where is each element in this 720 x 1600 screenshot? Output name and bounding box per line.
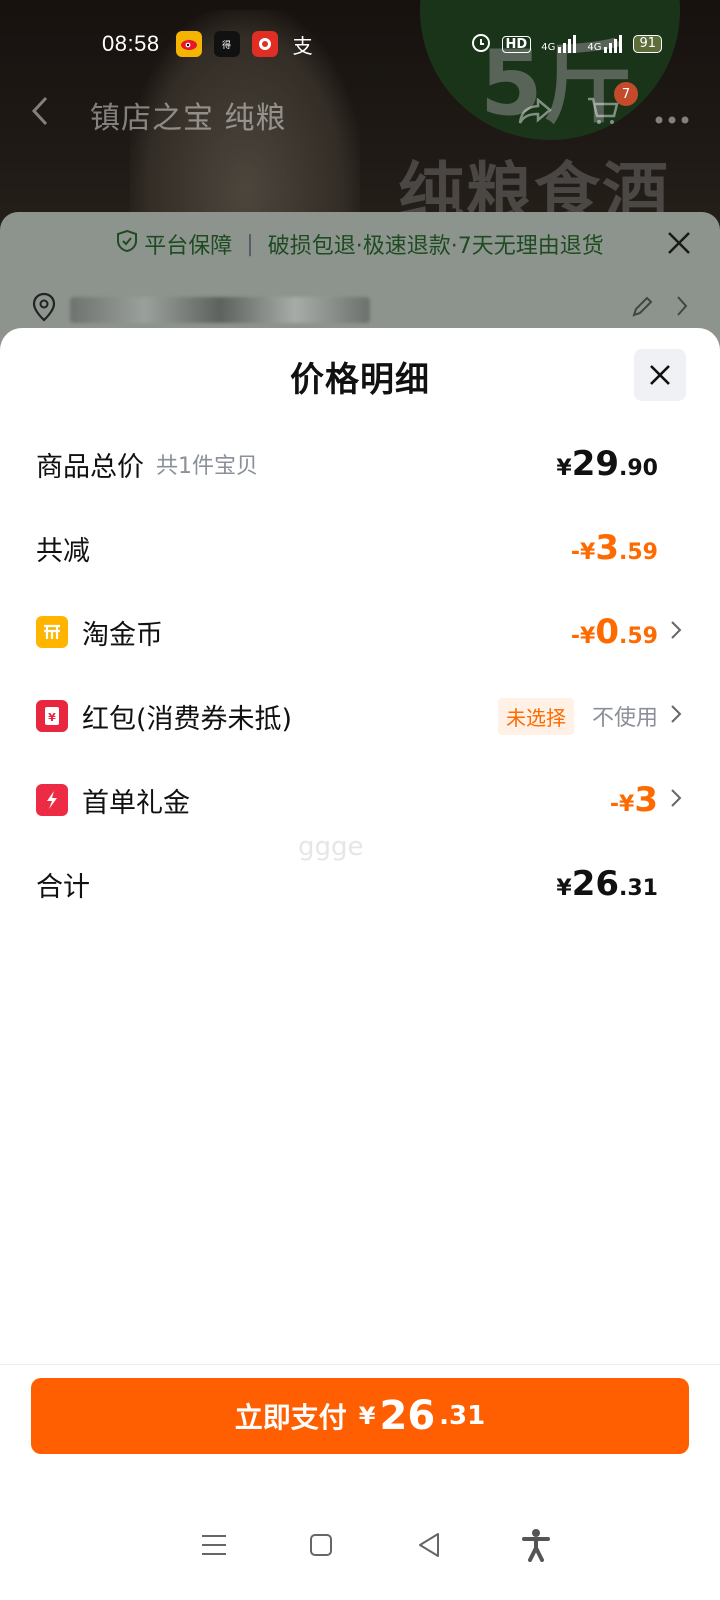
guarantee-prefix: 平台保障 (144, 234, 233, 259)
hd-icon: HD (501, 35, 532, 53)
red-packet-icon: ¥ (36, 700, 68, 732)
notification-icons: 得 支 (175, 31, 316, 58)
product-title: 镇店之宝 纯粮 (90, 101, 287, 136)
weibo-icon (175, 31, 202, 57)
alipay-icon: 支 (292, 33, 313, 58)
status-time: 08:58 (102, 31, 160, 56)
total-discount-amount: -¥ 3.59 (570, 528, 658, 568)
pay-amount-decimal: .31 (439, 1401, 486, 1431)
row-taojinbi[interactable]: 淘金币 -¥ 0.59 (0, 602, 720, 662)
watermark: ggge (298, 832, 364, 862)
location-pin-icon (32, 292, 56, 329)
total-discount-label: 共减 (36, 535, 90, 567)
back-arrow-icon[interactable] (30, 95, 70, 135)
status-bar: 08:58 得 支 HD 4G 4G 91 (0, 0, 720, 88)
coin-icon (36, 616, 68, 648)
signal-4g-icon: 4G (541, 35, 577, 53)
svg-text:¥: ¥ (48, 711, 56, 724)
row-sum: 合计 ¥26.31 (0, 854, 720, 914)
pay-currency: ¥ (358, 1402, 376, 1430)
sheet-header: 价格明细 (0, 328, 720, 424)
first-order-gift-label: 首单礼金 (82, 787, 190, 819)
accessibility-icon[interactable] (516, 1525, 556, 1565)
row-first-order-gift[interactable]: 首单礼金 -¥ 3 (0, 770, 720, 830)
pdd-icon (251, 31, 278, 57)
chevron-right-icon (668, 786, 684, 814)
close-icon (650, 365, 670, 385)
home-square-icon[interactable] (301, 1525, 341, 1565)
status-right: HD 4G 4G 91 (470, 31, 662, 57)
pay-now-button[interactable]: 立即支付 ¥ 26 .31 (31, 1378, 689, 1454)
row-total-discount: 共减 -¥ 3.59 (0, 518, 720, 578)
goods-count-label: 共1件宝贝 (156, 454, 258, 479)
sum-label: 合计 (36, 871, 90, 903)
price-detail-sheet: 价格明细 商品总价 共1件宝贝 ¥29.90 共减 -¥ 3.59 淘金币 -¥… (0, 328, 720, 1600)
share-icon[interactable] (518, 96, 552, 134)
guarantee-text: 破损包退·极速退款·7天无理由退货 (267, 234, 604, 259)
sheet-title: 价格明细 (290, 359, 430, 400)
sum-amount: ¥26.31 (556, 864, 658, 904)
pay-amount-integer: 26 (379, 1393, 436, 1439)
battery-icon: 91 (633, 35, 662, 53)
blurred-address (70, 297, 370, 323)
system-nav-bar (0, 1490, 720, 1600)
first-order-gift-amount: -¥ 3 (609, 780, 658, 820)
taojinbi-label: 淘金币 (82, 619, 163, 651)
shield-check-icon (116, 229, 138, 259)
chevron-right-icon (668, 618, 684, 646)
edit-pencil-icon[interactable] (630, 295, 654, 325)
row-goods-total: 商品总价 共1件宝贝 ¥29.90 (0, 434, 720, 494)
goods-total-label: 商品总价 (36, 451, 144, 483)
guarantee-divider: | (246, 231, 254, 257)
menu-icon[interactable] (194, 1525, 234, 1565)
row-hongbao[interactable]: ¥ 红包(消费券未抵) 未选择 不使用 (0, 686, 720, 746)
address-actions (630, 295, 688, 325)
bottom-divider (0, 1364, 720, 1365)
chevron-right-icon (668, 702, 684, 730)
goods-total-amount: ¥29.90 (556, 444, 658, 484)
taojinbi-amount: -¥ 0.59 (570, 612, 658, 652)
platform-guarantee-bar: 平台保障 | 破损包退·极速退款·7天无理由退货 (0, 212, 720, 276)
back-triangle-icon[interactable] (409, 1525, 449, 1565)
product-nav-bar: 镇店之宝 纯粮 7 (0, 82, 720, 140)
pay-button-label: 立即支付 (234, 1401, 347, 1434)
close-button[interactable] (634, 349, 686, 401)
alarm-icon (470, 31, 492, 57)
signal-4g-icon-2: 4G (587, 35, 623, 53)
chevron-right-icon[interactable] (676, 295, 688, 325)
cart-count-badge: 7 (614, 82, 638, 106)
dewu-icon: 得 (213, 31, 240, 57)
hongbao-label: 红包(消费券未抵) (82, 703, 293, 735)
hongbao-value: 不使用 (591, 706, 658, 731)
more-icon[interactable] (654, 98, 690, 133)
cart-icon[interactable]: 7 (586, 82, 638, 134)
nav-actions: 7 (518, 82, 690, 134)
unselected-tag: 未选择 (497, 697, 574, 735)
gift-lightning-icon (36, 784, 68, 816)
guarantee-close-icon[interactable] (666, 226, 692, 264)
